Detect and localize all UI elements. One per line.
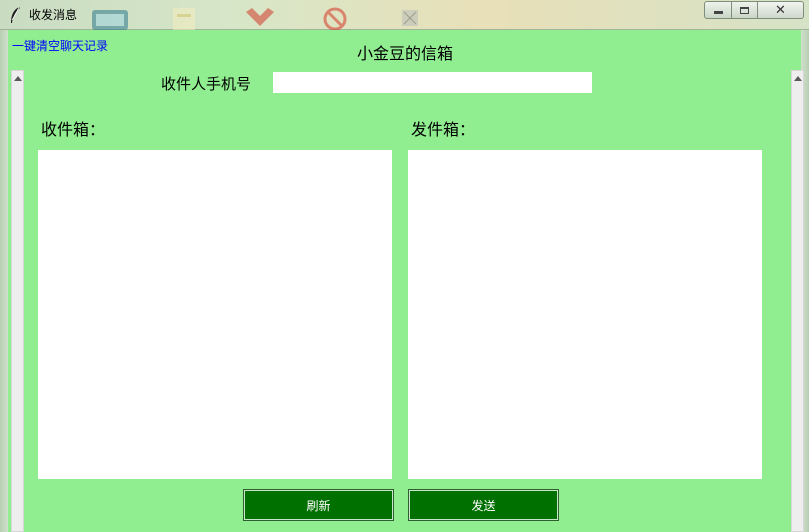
recipient-phone-label: 收件人手机号 (161, 75, 252, 93)
refresh-button[interactable]: 刷新 (243, 489, 394, 521)
background-prohibit-icon (323, 7, 347, 30)
inbox-textarea[interactable] (38, 150, 392, 479)
window-frame-left (0, 30, 8, 532)
maximize-icon (740, 6, 749, 14)
clear-chat-history-link[interactable]: 一键清空聊天记录 (12, 37, 108, 54)
client-area: 一键清空聊天记录 小金豆的信箱 收件人手机号 收件箱： 发件箱： 刷新 发送 (8, 30, 804, 532)
background-app-icon (92, 10, 128, 30)
background-document-icon (173, 8, 195, 30)
recipient-phone-input[interactable] (273, 72, 592, 93)
close-button[interactable]: ✕ (758, 1, 804, 19)
scroll-up-icon[interactable] (14, 76, 22, 81)
window-titlebar[interactable]: 收发消息 ✕ (0, 0, 809, 30)
outbox-label: 发件箱： (411, 120, 476, 139)
send-button[interactable]: 发送 (408, 489, 559, 521)
left-scrollbar[interactable] (11, 70, 24, 532)
maximize-button[interactable] (732, 1, 758, 19)
window-title: 收发消息 (29, 8, 78, 22)
minimize-icon (713, 11, 723, 14)
feather-icon (11, 6, 20, 23)
inbox-label: 收件箱： (41, 120, 106, 139)
minimize-button[interactable] (704, 1, 732, 19)
background-settings-icon (402, 10, 418, 26)
right-scrollbar[interactable] (791, 70, 804, 532)
outbox-textarea[interactable] (408, 150, 762, 479)
close-icon: ✕ (775, 2, 786, 18)
window-controls: ✕ (704, 1, 804, 19)
scroll-up-icon[interactable] (794, 76, 802, 81)
background-tool-icon (246, 8, 274, 26)
page-title: 小金豆的信箱 (357, 44, 454, 63)
